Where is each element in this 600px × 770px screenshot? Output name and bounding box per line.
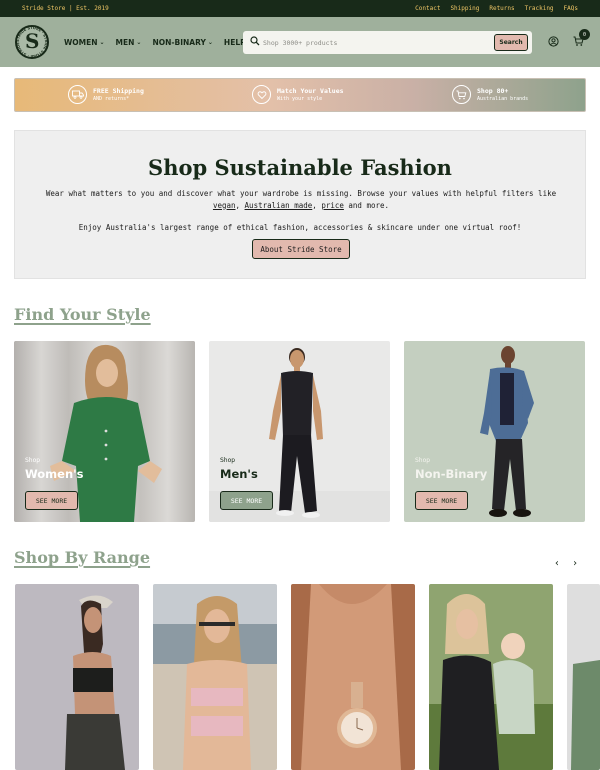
accessories-photo [291, 584, 415, 770]
category-card-non-binary[interactable]: Shop Non-Binary SEE MORE [404, 341, 585, 522]
shop-by-range-title: Shop By Range [14, 548, 151, 567]
promo-sub: With your style [277, 96, 323, 102]
promo-sub: Australian brands [477, 96, 529, 102]
carousel-prev-icon[interactable]: ‹ [554, 558, 560, 569]
range-card-swimwear[interactable] [153, 584, 277, 770]
card-category-name: Non-Binary [415, 467, 488, 481]
vegan-filter-link[interactable]: vegan [213, 201, 236, 210]
site-header: STRIDE STORE · STRIDE STORE · STRIDE STO… [0, 17, 600, 67]
nav-women[interactable]: WOMEN ⌄ [64, 38, 105, 47]
range-partial-photo [567, 584, 600, 770]
top-link-returns[interactable]: Returns [489, 5, 514, 12]
activewear-photo [15, 584, 139, 770]
maternity-photo [429, 584, 553, 770]
nav-men[interactable]: MEN ⌄ [116, 38, 142, 47]
logo-letter: S [25, 29, 40, 53]
top-links: Contact Shipping Returns Tracking FAQs [415, 5, 578, 12]
main-nav: WOMEN⌄ MEN⌄ NON-BINARY⌄ HELP⌄ [64, 38, 253, 47]
chevron-down-icon: ⌄ [207, 39, 213, 46]
about-store-button[interactable]: About Stride Store [252, 239, 350, 259]
nav-women-label: WOMEN [64, 38, 98, 47]
find-your-style-title: Find Your Style [14, 305, 151, 324]
category-card-womens[interactable]: Shop Women's SEE MORE [14, 341, 195, 522]
truck-icon [68, 85, 87, 104]
card-shop-label: Shop [220, 457, 236, 464]
range-card-maternity[interactable] [429, 584, 553, 770]
promo-banner: FREE Shipping AND returns* Match Your Va… [14, 78, 586, 112]
top-link-tracking[interactable]: Tracking [525, 5, 554, 12]
hero-intro-text: Wear what matters to you and discover wh… [31, 188, 571, 211]
top-link-faqs[interactable]: FAQs [564, 5, 578, 12]
promo-title: Match Your Values [277, 87, 344, 95]
promo-shop-brands: Shop 80+ Australian brands [452, 85, 528, 104]
top-announcement-bar: Stride Store | Est. 2019 Contact Shippin… [0, 0, 600, 17]
heart-tag-icon [252, 85, 271, 104]
hero-title: Shop Sustainable Fashion [148, 155, 452, 180]
card-category-name: Men's [220, 467, 258, 481]
search-button[interactable]: Search [494, 34, 528, 51]
promo-match-values: Match Your Values With your style [252, 85, 344, 104]
category-card-mens[interactable]: Shop Men's SEE MORE [209, 341, 390, 522]
hero-tagline: Enjoy Australia's largest range of ethic… [78, 223, 522, 232]
punct: , [235, 200, 241, 210]
shop-cart-icon [452, 85, 471, 104]
see-more-mens-button[interactable]: SEE MORE [220, 491, 273, 510]
promo-title: FREE Shipping [93, 87, 144, 95]
promo-free-shipping: FREE Shipping AND returns* [68, 85, 144, 104]
hero-section: Shop Sustainable Fashion Wear what matte… [14, 130, 586, 279]
chevron-down-icon: ⌄ [136, 39, 142, 46]
punct: , [312, 200, 322, 210]
card-shop-label: Shop [415, 457, 431, 464]
nav-non-binary-label: NON-BINARY [152, 38, 206, 47]
range-card-partial[interactable] [567, 584, 600, 770]
card-shop-label: Shop [25, 457, 41, 464]
range-card-activewear[interactable] [15, 584, 139, 770]
nav-men-label: MEN [115, 38, 135, 47]
swimwear-photo [153, 584, 277, 770]
search-input[interactable]: Shop 3000+ products [263, 39, 337, 47]
top-link-shipping[interactable]: Shipping [450, 5, 479, 12]
price-filter-link[interactable]: price [321, 201, 344, 210]
top-link-contact[interactable]: Contact [415, 5, 440, 12]
account-icon[interactable] [548, 36, 559, 47]
nav-non-binary[interactable]: NON-BINARY ⌄ [152, 38, 212, 47]
hero-intro-end: and more. [343, 200, 390, 210]
see-more-womens-button[interactable]: SEE MORE [25, 491, 78, 510]
carousel-next-icon[interactable]: › [572, 558, 578, 569]
promo-title: Shop 80+ [477, 87, 509, 95]
promo-sub: AND returns* [93, 96, 130, 102]
store-est-text: Stride Store | Est. 2019 [22, 5, 109, 12]
hero-intro-lead: Wear what matters to you and discover wh… [45, 189, 557, 198]
card-category-name: Women's [25, 467, 84, 481]
stride-store-logo[interactable]: STRIDE STORE · STRIDE STORE · STRIDE STO… [15, 25, 49, 59]
see-more-non-binary-button[interactable]: SEE MORE [415, 491, 468, 510]
range-card-accessories[interactable] [291, 584, 415, 770]
cart-count-badge: 0 [579, 29, 590, 40]
chevron-down-icon: ⌄ [99, 39, 105, 46]
search-icon [250, 36, 260, 46]
search-bar: Shop 3000+ products Search [243, 31, 532, 54]
australian-made-filter-link[interactable]: Australian made [245, 201, 313, 210]
